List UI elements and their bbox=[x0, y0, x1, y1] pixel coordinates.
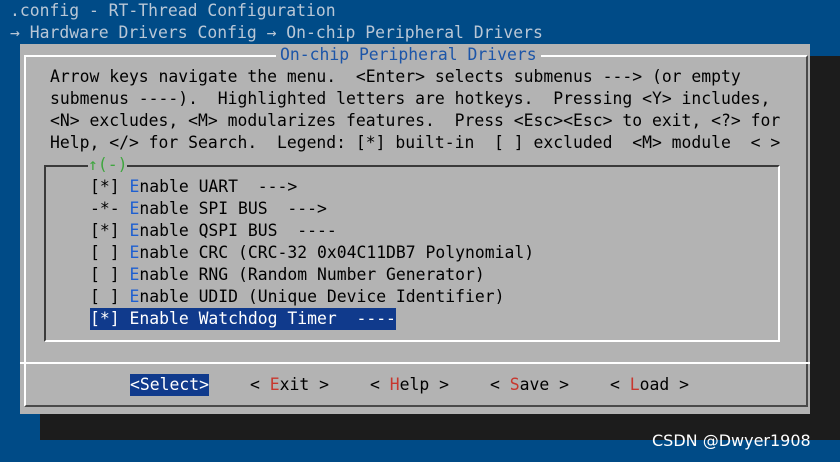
button-hotkey: E bbox=[269, 375, 280, 394]
menu-item-label: nable UART ---> bbox=[139, 177, 298, 196]
menu-item-rng[interactable]: [ ] Enable RNG (Random Number Generator) bbox=[90, 264, 485, 286]
menu-item-udid[interactable]: [ ] Enable UDID (Unique Device Identifie… bbox=[90, 286, 504, 308]
help-button[interactable]: < Help > bbox=[370, 374, 449, 396]
menu-item-checkbox[interactable]: [ ] bbox=[90, 243, 129, 262]
button-label: xit bbox=[279, 375, 310, 394]
menu-item-hotkey: E bbox=[129, 265, 140, 284]
save-button[interactable]: < Save > bbox=[490, 374, 569, 396]
help-text-line: Help, </> for Search. Legend: [*] built-… bbox=[50, 133, 781, 152]
button-bracket: < bbox=[250, 375, 270, 394]
scroll-up-indicator: ↑(-) bbox=[88, 154, 128, 176]
menu-item-hotkey: E bbox=[129, 221, 140, 240]
button-hotkey: S bbox=[139, 375, 150, 394]
help-text-line: submenus ----). Highlighted letters are … bbox=[50, 89, 771, 108]
load-button[interactable]: < Load > bbox=[610, 374, 689, 396]
window-title: .config - RT-Thread Configuration bbox=[10, 1, 336, 20]
menu-item-label: nable UDID (Unique Device Identifier) bbox=[139, 287, 505, 306]
button-label: oad bbox=[639, 375, 670, 394]
menu-item-label: nable RNG (Random Number Generator) bbox=[139, 265, 485, 284]
menu-item-checkbox[interactable]: [ ] bbox=[90, 265, 129, 284]
menu-item-hotkey: E bbox=[129, 287, 140, 306]
button-label: elect bbox=[149, 375, 200, 394]
menu-item-spi-bus[interactable]: -*- Enable SPI BUS ---> bbox=[90, 198, 327, 220]
button-bracket: > bbox=[309, 375, 329, 394]
help-text-line: <N> excludes, <M> modularizes features. … bbox=[50, 111, 781, 130]
menu-item-hotkey: E bbox=[129, 309, 140, 328]
button-hotkey: L bbox=[629, 375, 640, 394]
button-bracket: > bbox=[669, 375, 689, 394]
menu-item-checkbox[interactable]: [*] bbox=[90, 177, 129, 196]
breadcrumb: → Hardware Drivers Config → On-chip Peri… bbox=[10, 23, 543, 42]
button-bracket: < bbox=[610, 375, 630, 394]
button-bracket: > bbox=[429, 375, 449, 394]
button-row-separator bbox=[20, 362, 810, 364]
menu-item-label: nable Watchdog Timer ---- bbox=[139, 309, 396, 328]
menu-item-hotkey: E bbox=[129, 243, 140, 262]
help-text-line: Arrow keys navigate the menu. <Enter> se… bbox=[50, 67, 741, 86]
dialog-title: On-chip Peripheral Drivers bbox=[276, 44, 541, 66]
button-bracket: > bbox=[549, 375, 569, 394]
menu-item-uart[interactable]: [*] Enable UART ---> bbox=[90, 176, 297, 198]
button-bracket: > bbox=[199, 375, 209, 394]
exit-button[interactable]: < Exit > bbox=[250, 374, 329, 396]
button-bracket: < bbox=[490, 375, 510, 394]
button-hotkey: H bbox=[389, 375, 400, 394]
menu-item-crc[interactable]: [ ] Enable CRC (CRC-32 0x04C11DB7 Polyno… bbox=[90, 242, 534, 264]
select-button[interactable]: <Select> bbox=[130, 374, 209, 396]
menu-item-hotkey: E bbox=[129, 199, 140, 218]
menu-item-label: nable SPI BUS ---> bbox=[139, 199, 327, 218]
menu-item-qspi-bus[interactable]: [*] Enable QSPI BUS ---- bbox=[90, 220, 337, 242]
button-hotkey: S bbox=[509, 375, 520, 394]
button-label: elp bbox=[399, 375, 430, 394]
menu-item-checkbox[interactable]: [ ] bbox=[90, 287, 129, 306]
menu-item-watchdog-timer[interactable]: [*] Enable Watchdog Timer ---- bbox=[90, 308, 396, 330]
button-bracket: < bbox=[370, 375, 390, 394]
watermark: CSDN @Dwyer1908 bbox=[652, 431, 811, 450]
button-label: ave bbox=[519, 375, 550, 394]
menu-item-hotkey: E bbox=[129, 177, 140, 196]
menu-item-checkbox[interactable]: [*] bbox=[90, 309, 129, 328]
menu-item-label: nable CRC (CRC-32 0x04C11DB7 Polynomial) bbox=[139, 243, 535, 262]
button-bracket: < bbox=[130, 375, 140, 394]
menu-item-checkbox[interactable]: -*- bbox=[90, 199, 129, 218]
menu-item-checkbox[interactable]: [*] bbox=[90, 221, 129, 240]
menu-item-label: nable QSPI BUS ---- bbox=[139, 221, 337, 240]
